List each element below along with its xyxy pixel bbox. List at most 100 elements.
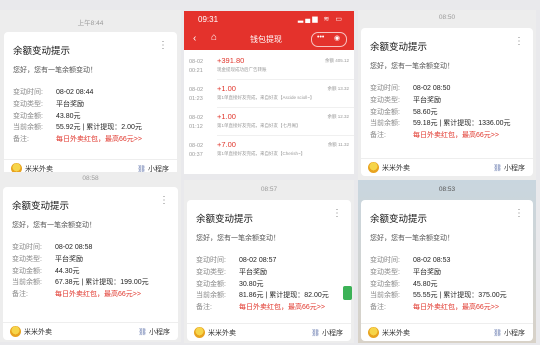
list-item[interactable]: 08-02 00:37 +7.00 第1单直接好友完成，来自好友【Cherish~… [184,136,354,164]
mimi-logo-icon [368,162,379,173]
list-item[interactable]: 08-02 00:21 +391.80 现金提现成功后广告转账 余额 405.12 [184,52,354,80]
value-balance: 55.55元 | 累计提现：375.00元 [413,292,507,300]
value-time: 08-02 08:44 [56,89,94,96]
card-title: 余额变动提示 [13,46,71,57]
app-name: 米米外卖 [24,329,52,336]
chat-panel-4: 08:57 余额变动提示 ⋮ 您好，您有一笔余额变动！ 变动时间: 08-02 0… [184,180,354,343]
mimi-logo-icon [194,327,205,338]
side-tab[interactable] [343,286,352,300]
more-menu-icon[interactable]: ⋮ [332,209,342,219]
card-footer[interactable]: 米米外卖 ⛓ 小程序 [187,323,351,341]
capsule-menu[interactable]: ••• ◉ [311,32,347,47]
more-menu-icon[interactable]: ⋮ [159,196,169,206]
value-balance: 59.18元 | 累计提现：1336.00元 [413,120,511,128]
greeting-text: 您好，您有一笔余额变动！ [196,235,280,242]
list-item[interactable]: 08-02 01:23 +1.00 第1单直接好友完成，来自好友【Ascide s… [184,80,354,108]
home-icon[interactable]: ⌂ [211,32,217,43]
chat-panel-2: 08:50 余额变动提示 ⋮ 您好，您有一笔余额变动！ 变动时间: 08-02 0… [358,10,536,180]
label-note: 备注: [13,136,29,144]
value-time: 08-02 08:57 [239,257,277,264]
note-link[interactable]: 每日外卖红包，最高66元>> [413,302,499,314]
app-name: 米米外卖 [208,330,236,337]
message-timestamp: 08:53 [438,186,456,193]
label-balance: 当前余额: [370,292,400,300]
label-balance: 当前余额: [12,279,42,287]
value-type: 平台奖励 [413,96,441,104]
label-type: 变动类型: [13,100,43,108]
greeting-text: 您好，您有一笔余额变动！ [370,63,454,70]
label-balance: 当前余额: [13,124,43,132]
more-icon[interactable]: ••• [317,34,324,41]
label-type: 变动类型: [370,96,400,104]
greeting-text: 您好，您有一笔余额变动！ [370,235,454,242]
value-time: 08-02 08:53 [413,257,451,264]
note-link[interactable]: 每日外卖红包，最高66元>> [239,302,325,314]
value-type: 平台奖励 [56,100,84,108]
wallet-withdraw-screen: 09:31 ▂▄▆ ≋ ▭ ‹ ⌂ 钱包提现 ••• ◉ 08-02 00:21 … [184,11,354,174]
label-amount: 变动金额: [370,108,400,116]
value-balance: 67.38元 | 累计提现：199.00元 [55,279,149,287]
signal-icons: ▂▄▆ ≋ ▭ [297,16,344,23]
label-time: 变动时间: [12,244,42,251]
entry-amount: +1.00 [217,112,236,121]
entry-amount: +1.00 [217,84,236,93]
label-note: 备注: [12,291,28,299]
close-icon[interactable]: ◉ [334,34,340,42]
label-note: 备注: [196,304,212,312]
more-menu-icon[interactable]: ⋮ [158,41,168,51]
value-balance: 81.86元 | 累计提现：82.00元 [239,292,329,300]
label-time: 变动时间: [370,85,400,92]
value-type: 平台奖励 [55,255,83,263]
mini-program-link[interactable]: ⛓ 小程序 [311,328,343,338]
entry-balance: 余额 11.32 [327,142,349,147]
list-item[interactable]: 08-02 01:12 +1.00 第1单直接好友完成，来自好友【七月阁】 余额 … [184,108,354,136]
note-link[interactable]: 每日外卖红包，最高66元>> [55,289,141,301]
note-link[interactable]: 每日外卖红包，最高66元>> [413,130,499,142]
label-balance: 当前余额: [196,292,226,300]
entry-balance: 余额 405.12 [324,58,349,63]
label-amount: 变动金额: [196,280,226,288]
mimi-logo-icon [368,327,379,338]
entry-balance: 余额 13.32 [327,86,349,91]
mini-program-link[interactable]: ⛓ 小程序 [493,328,525,338]
balance-notice-card[interactable]: 余额变动提示 ⋮ 您好，您有一笔余额变动！ 变动时间: 08-02 08:57 变… [187,200,351,341]
more-menu-icon[interactable]: ⋮ [514,37,524,47]
value-type: 平台奖励 [413,268,441,276]
card-footer[interactable]: 米米外卖 ⛓ 小程序 [361,323,533,341]
app-name: 米米外卖 [382,165,410,172]
value-amount: 43.80元 [56,112,81,120]
value-time: 08-02 08:58 [55,244,93,251]
card-title: 余额变动提示 [12,201,70,212]
page-title: 钱包提现 [250,35,282,44]
message-timestamp: 08:58 [82,175,99,182]
entry-desc: 第1单直接好友完成，来自好友【七月阁】 [217,123,301,128]
label-type: 变动类型: [370,268,400,276]
value-balance: 55.92元 | 累计提现：2.00元 [56,124,142,132]
value-type: 平台奖励 [239,268,267,276]
label-amount: 变动金额: [13,112,43,120]
nav-bar: ‹ ⌂ 钱包提现 ••• ◉ [184,28,354,50]
balance-notice-card[interactable]: 余额变动提示 ⋮ 您好，您有一笔余额变动！ 变动时间: 08-02 08:53 变… [361,200,533,341]
chat-panel-3: 08:58 余额变动提示 ⋮ 您好，您有一笔余额变动！ 变动时间: 08-02 0… [0,172,181,342]
mini-program-link[interactable]: ⛓ 小程序 [493,163,525,173]
mini-program-link[interactable]: ⛓ 小程序 [138,327,170,337]
label-amount: 变动金额: [370,280,400,288]
label-type: 变动类型: [196,268,226,276]
balance-notice-card[interactable]: 余额变动提示 ⋮ 您好，您有一笔余额变动！ 变动时间: 08-02 08:58 变… [3,187,178,340]
status-bar: 09:31 ▂▄▆ ≋ ▭ [184,11,354,28]
balance-notice-card[interactable]: 余额变动提示 ⋮ 您好，您有一笔余额变动！ 变动时间: 08-02 08:50 变… [361,28,533,176]
message-timestamp: 上午8:44 [77,20,104,27]
entry-desc: 第1单直接好友完成，来自好友【Ascide scioll~】 [217,95,315,100]
back-icon[interactable]: ‹ [193,33,196,44]
entry-balance: 余额 12.32 [327,114,349,119]
card-footer[interactable]: 米米外卖 ⛓ 小程序 [361,158,533,176]
label-time: 变动时间: [370,257,400,264]
entry-desc: 第1单直接好友完成，来自好友【Cherish~】 [217,151,306,156]
more-menu-icon[interactable]: ⋮ [514,209,524,219]
card-title: 余额变动提示 [196,214,254,225]
card-title: 余额变动提示 [370,214,428,225]
note-link[interactable]: 每日外卖红包，最高66元>> [56,134,142,146]
balance-notice-card[interactable]: 余额变动提示 ⋮ 您好，您有一笔余额变动！ 变动时间: 08-02 08:44 变… [4,32,177,177]
card-footer[interactable]: 米米外卖 ⛓ 小程序 [3,322,178,340]
value-amount: 44.30元 [55,267,80,275]
